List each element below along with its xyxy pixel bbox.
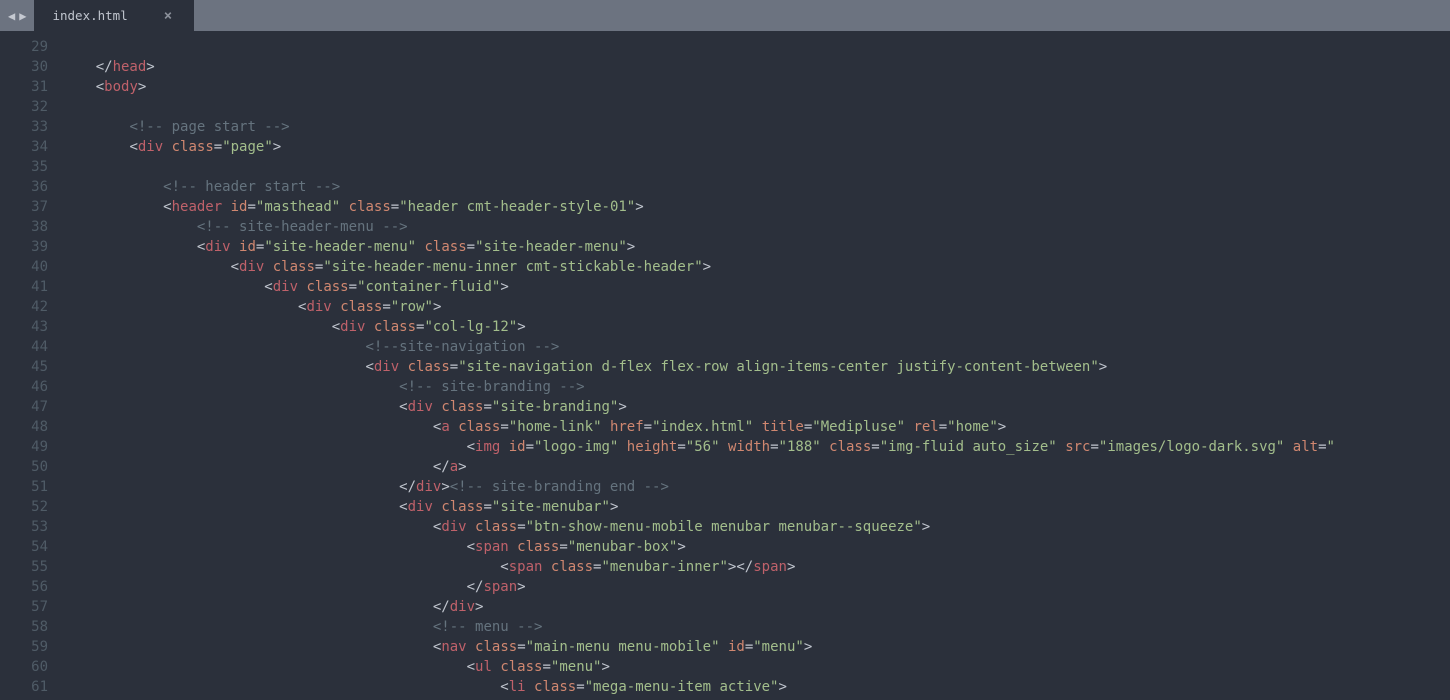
code-line[interactable]: <span class="menubar-box"> xyxy=(62,537,1450,557)
close-icon[interactable]: × xyxy=(164,8,172,24)
code-line[interactable]: </span> xyxy=(62,577,1450,597)
line-number: 43 xyxy=(0,317,48,337)
code-line[interactable] xyxy=(62,157,1450,177)
line-number: 35 xyxy=(0,157,48,177)
code-line[interactable] xyxy=(62,37,1450,57)
code-line[interactable]: <div class="btn-show-menu-mobile menubar… xyxy=(62,517,1450,537)
code-line[interactable]: <nav class="main-menu menu-mobile" id="m… xyxy=(62,637,1450,657)
code-line[interactable]: <!-- menu --> xyxy=(62,617,1450,637)
code-line[interactable]: <div class="page"> xyxy=(62,137,1450,157)
code-line[interactable]: <body> xyxy=(62,77,1450,97)
line-number: 59 xyxy=(0,637,48,657)
code-line[interactable] xyxy=(62,97,1450,117)
line-number: 48 xyxy=(0,417,48,437)
editor: 2930313233343536373839404142434445464748… xyxy=(0,31,1450,700)
code-line[interactable]: </div> xyxy=(62,597,1450,617)
line-number: 31 xyxy=(0,77,48,97)
code-line[interactable]: <li class="mega-menu-item active"> xyxy=(62,677,1450,697)
nav-forward-icon[interactable]: ▶ xyxy=(17,9,28,23)
line-number: 49 xyxy=(0,437,48,457)
code-line[interactable]: <!-- header start --> xyxy=(62,177,1450,197)
line-number: 38 xyxy=(0,217,48,237)
line-number: 29 xyxy=(0,37,48,57)
line-number: 45 xyxy=(0,357,48,377)
line-number: 52 xyxy=(0,497,48,517)
nav-arrows: ◀ ▶ xyxy=(0,0,34,31)
line-number: 40 xyxy=(0,257,48,277)
line-number: 50 xyxy=(0,457,48,477)
line-number: 61 xyxy=(0,677,48,697)
code-area[interactable]: </head> <body> <!-- page start --> <div … xyxy=(62,31,1450,700)
code-line[interactable]: <span class="menubar-inner"></span> xyxy=(62,557,1450,577)
code-line[interactable]: </a> xyxy=(62,457,1450,477)
line-number: 57 xyxy=(0,597,48,617)
nav-back-icon[interactable]: ◀ xyxy=(6,9,17,23)
code-line[interactable]: <div class="site-navigation d-flex flex-… xyxy=(62,357,1450,377)
code-line[interactable]: <!-- page start --> xyxy=(62,117,1450,137)
tab-index-html[interactable]: index.html × xyxy=(34,0,194,31)
line-number-gutter: 2930313233343536373839404142434445464748… xyxy=(0,31,62,700)
code-line[interactable]: <div id="site-header-menu" class="site-h… xyxy=(62,237,1450,257)
line-number: 60 xyxy=(0,657,48,677)
tab-bar: ◀ ▶ index.html × xyxy=(0,0,1450,31)
code-line[interactable]: <!-- site-header-menu --> xyxy=(62,217,1450,237)
line-number: 53 xyxy=(0,517,48,537)
line-number: 36 xyxy=(0,177,48,197)
line-number: 46 xyxy=(0,377,48,397)
line-number: 54 xyxy=(0,537,48,557)
line-number: 58 xyxy=(0,617,48,637)
line-number: 39 xyxy=(0,237,48,257)
line-number: 55 xyxy=(0,557,48,577)
code-line[interactable]: </head> xyxy=(62,57,1450,77)
tab-title: index.html xyxy=(52,8,127,23)
code-line[interactable]: <div class="col-lg-12"> xyxy=(62,317,1450,337)
code-line[interactable]: <img id="logo-img" height="56" width="18… xyxy=(62,437,1450,457)
line-number: 30 xyxy=(0,57,48,77)
line-number: 56 xyxy=(0,577,48,597)
line-number: 32 xyxy=(0,97,48,117)
line-number: 33 xyxy=(0,117,48,137)
code-line[interactable]: <!-- site-branding --> xyxy=(62,377,1450,397)
line-number: 47 xyxy=(0,397,48,417)
line-number: 37 xyxy=(0,197,48,217)
code-line[interactable]: <div class="site-menubar"> xyxy=(62,497,1450,517)
code-line[interactable]: <div class="row"> xyxy=(62,297,1450,317)
line-number: 41 xyxy=(0,277,48,297)
code-line[interactable]: <!--site-navigation --> xyxy=(62,337,1450,357)
line-number: 44 xyxy=(0,337,48,357)
line-number: 51 xyxy=(0,477,48,497)
code-line[interactable]: <div class="site-header-menu-inner cmt-s… xyxy=(62,257,1450,277)
code-line[interactable]: <header id="masthead" class="header cmt-… xyxy=(62,197,1450,217)
code-line[interactable]: <ul class="menu"> xyxy=(62,657,1450,677)
line-number: 42 xyxy=(0,297,48,317)
code-line[interactable]: <div class="container-fluid"> xyxy=(62,277,1450,297)
line-number: 34 xyxy=(0,137,48,157)
code-line[interactable]: <a class="home-link" href="index.html" t… xyxy=(62,417,1450,437)
code-line[interactable]: </div><!-- site-branding end --> xyxy=(62,477,1450,497)
code-line[interactable]: <div class="site-branding"> xyxy=(62,397,1450,417)
